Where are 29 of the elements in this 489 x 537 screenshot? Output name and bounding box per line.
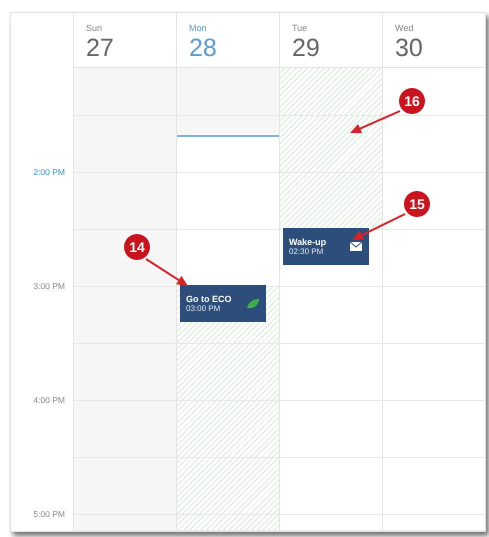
annotation-arrow xyxy=(145,258,188,286)
leaf-icon xyxy=(246,298,260,310)
event-card[interactable]: Wake-up 02:30 PM xyxy=(283,228,369,265)
event-time: 02:30 PM xyxy=(289,247,324,256)
time-label: 5:00 PM xyxy=(33,509,65,519)
annotation-arrow xyxy=(350,110,400,134)
day-number: 29 xyxy=(292,34,321,62)
time-label: 4:00 PM xyxy=(33,395,65,405)
day-number: 28 xyxy=(189,34,218,62)
day-name: Tue xyxy=(292,23,308,34)
event-title: Go to ECO xyxy=(186,294,232,304)
day-name: Sun xyxy=(86,23,104,34)
day-name: Mon xyxy=(189,23,208,34)
day-number: 30 xyxy=(395,34,424,62)
time-label: 2:00 PM xyxy=(33,167,65,177)
unavailable-slot[interactable]: Go to ECO 03:00 PM xyxy=(177,287,279,344)
unavailable-slot[interactable] xyxy=(280,173,382,230)
event-card[interactable]: Go to ECO 03:00 PM xyxy=(180,285,266,322)
time-label: 3:00 PM xyxy=(33,281,65,291)
time-slot[interactable] xyxy=(74,230,176,287)
time-slot[interactable] xyxy=(383,68,485,116)
time-slot[interactable] xyxy=(383,173,485,230)
envelope-icon xyxy=(349,241,363,252)
time-slot[interactable]: Wake-up 02:30 PM xyxy=(280,230,382,287)
event-time: 03:00 PM xyxy=(186,304,222,313)
annotation-arrow xyxy=(352,213,406,240)
day-number: 27 xyxy=(86,34,115,62)
day-name: Wed xyxy=(395,23,414,34)
event-title: Wake-up xyxy=(289,237,326,247)
